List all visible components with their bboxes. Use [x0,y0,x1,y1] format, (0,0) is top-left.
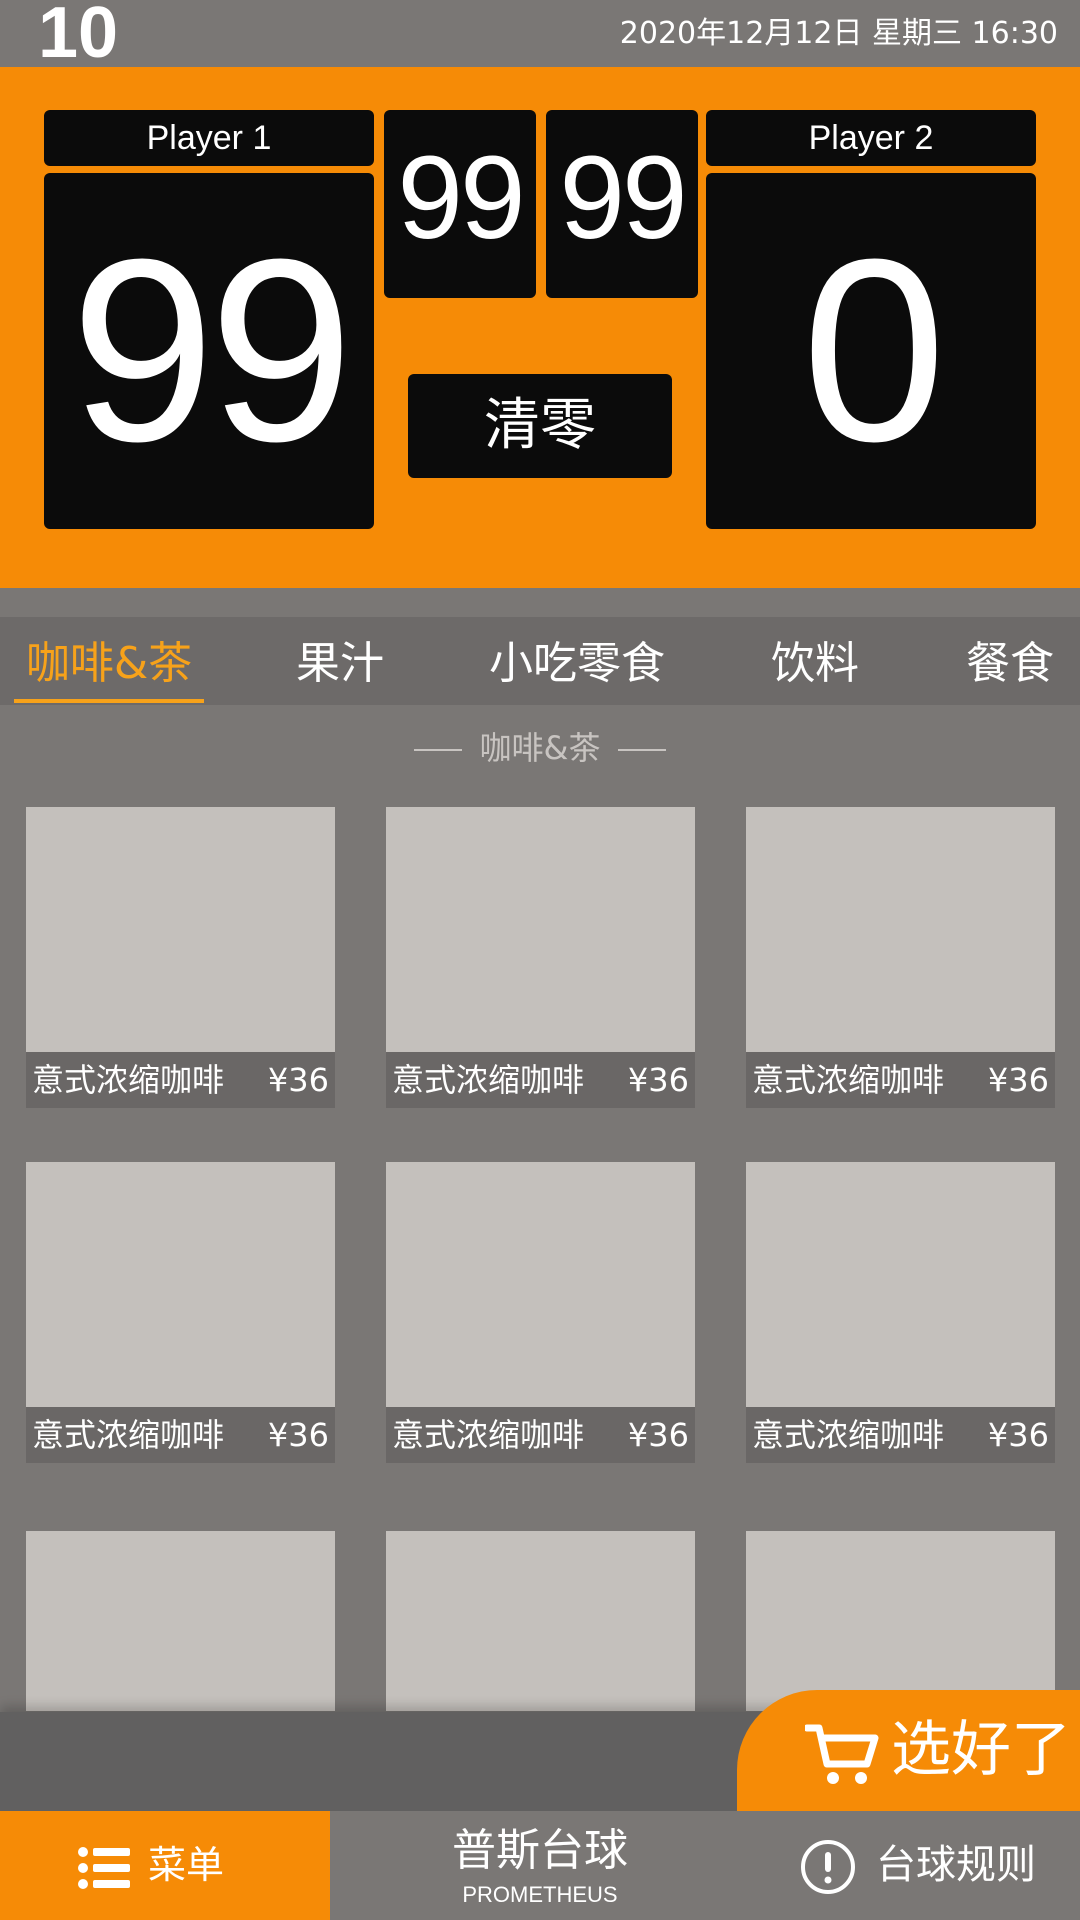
cart-icon [805,1724,879,1784]
section-title: 咖啡&茶 [0,724,1080,772]
status-bar: 10 2020年12月12日 星期三 16:30 [0,0,1080,73]
product-image [746,1531,1055,1711]
product-card[interactable]: 意式浓缩咖啡 ¥36 [386,1162,695,1463]
product-caption: 意式浓缩咖啡 ¥36 [746,1407,1055,1463]
product-price: ¥36 [627,1061,689,1099]
brand-name-cn: 普斯台球 [452,1825,628,1876]
product-image [26,807,335,1052]
player1-score[interactable]: 99 [44,173,374,529]
checkout-label: 选好了 [891,1715,1071,1785]
product-name: 意式浓缩咖啡 [752,1416,945,1454]
player1-name: Player 1 [44,110,374,166]
product-card[interactable]: 意式浓缩咖啡 ¥36 [26,1162,335,1463]
product-caption: 意式浓缩咖啡 ¥36 [386,1407,695,1463]
product-price: ¥36 [627,1416,689,1454]
brand: 普斯台球 PROMETHEUS [330,1811,750,1920]
product-image [386,1162,695,1407]
checkout-button[interactable]: 选好了 [737,1690,1080,1811]
tab-juice[interactable]: 果汁 [290,617,390,705]
player2-score[interactable]: 0 [706,173,1036,529]
product-card[interactable]: 意式浓缩咖啡 ¥36 [26,807,335,1108]
product-image [26,1162,335,1407]
product-name: 意式浓缩咖啡 [752,1061,945,1099]
product-image [746,1162,1055,1407]
product-name: 意式浓缩咖啡 [392,1061,585,1099]
datetime: 2020年12月12日 星期三 16:30 [619,16,1058,51]
product-name: 意式浓缩咖啡 [32,1416,225,1454]
product-card[interactable] [386,1531,695,1711]
product-caption: 意式浓缩咖啡 ¥36 [386,1052,695,1108]
nav-menu-button[interactable]: 菜单 [0,1811,330,1920]
product-image [746,807,1055,1052]
tab-meals[interactable]: 餐食 [960,617,1060,705]
tab-coffee-tea[interactable]: 咖啡&茶 [14,617,204,705]
product-image [386,1531,695,1711]
mini-score-left[interactable]: 99 [384,110,536,298]
tab-snacks[interactable]: 小吃零食 [486,617,668,705]
clear-button[interactable]: 清零 [408,374,672,478]
product-card[interactable]: 意式浓缩咖啡 ¥36 [746,1162,1055,1463]
product-card[interactable] [746,1531,1055,1711]
product-card[interactable]: 意式浓缩咖啡 ¥36 [386,807,695,1108]
product-name: 意式浓缩咖啡 [32,1061,225,1099]
mini-score-right[interactable]: 99 [546,110,698,298]
title-dash-left [413,749,462,751]
product-caption: 意式浓缩咖啡 ¥36 [746,1052,1055,1108]
scoreboard: Player 1 99 99 99 清零 Player 2 0 [0,67,1080,588]
nav-menu-label: 菜单 [148,1843,225,1887]
info-icon [801,1840,855,1894]
nav-rules-button[interactable]: 台球规则 [796,1811,1080,1920]
title-dash-right [618,749,667,751]
active-tab-indicator [14,699,204,703]
product-image [26,1531,335,1711]
player2-name: Player 2 [706,110,1036,166]
product-name: 意式浓缩咖啡 [392,1416,585,1454]
product-price: ¥36 [987,1416,1049,1454]
product-card[interactable]: 意式浓缩咖啡 ¥36 [746,807,1055,1108]
category-tabs: 咖啡&茶 果汁 小吃零食 饮料 餐食 [0,617,1080,705]
table-number: 10 [38,0,119,73]
list-icon [78,1847,130,1889]
brand-name-en: PROMETHEUS [462,1882,618,1907]
tab-drinks[interactable]: 饮料 [765,617,865,705]
section-title-text: 咖啡&茶 [479,729,601,767]
product-caption: 意式浓缩咖啡 ¥36 [26,1052,335,1108]
nav-rules-label: 台球规则 [876,1842,1036,1888]
product-price: ¥36 [267,1061,329,1099]
product-card[interactable] [26,1531,335,1711]
product-caption: 意式浓缩咖啡 ¥36 [26,1407,335,1463]
product-price: ¥36 [267,1416,329,1454]
product-price: ¥36 [987,1061,1049,1099]
bottom-nav: 菜单 普斯台球 PROMETHEUS 台球规则 [0,1811,1080,1920]
product-image [386,807,695,1052]
